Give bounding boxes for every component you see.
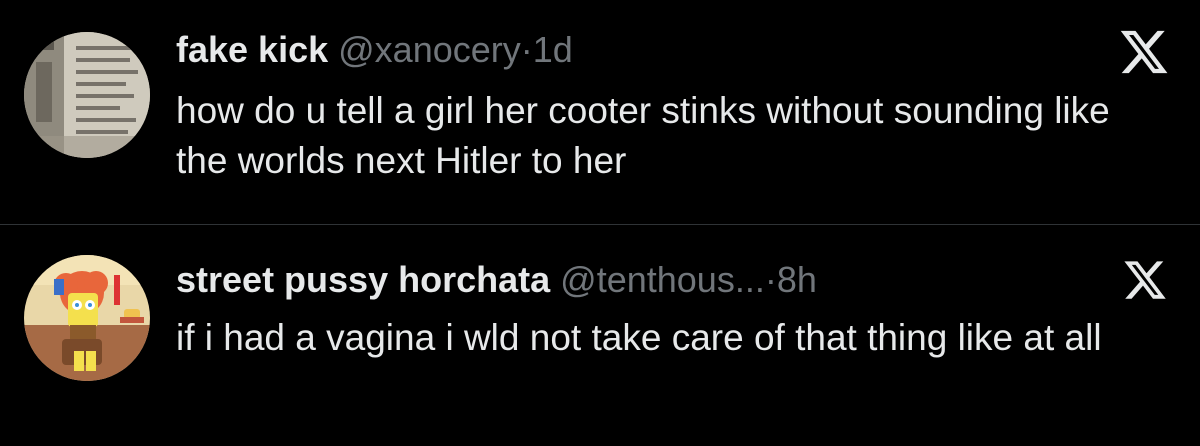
tweet-text: how do u tell a girl her cooter stinks w… [176, 90, 1110, 181]
user-handle[interactable]: @tenthous... [560, 259, 765, 300]
tweet-card[interactable]: street pussy horchata @tenthous...·8h if… [0, 225, 1200, 446]
x-logo-icon [1120, 30, 1168, 74]
display-name[interactable]: street pussy horchata [176, 259, 550, 300]
tweet-header: street pussy horchata @tenthous...·8h [176, 258, 817, 302]
cartoon-avatar-icon [24, 255, 150, 381]
newspaper-avatar-icon [24, 32, 150, 158]
separator-dot: · [764, 259, 777, 300]
display-name[interactable]: fake kick [176, 29, 328, 70]
tweet-header: fake kick @xanocery·1d [176, 28, 573, 72]
user-avatar[interactable] [24, 32, 150, 158]
timestamp[interactable]: 1d [533, 29, 573, 70]
x-logo-icon [1124, 261, 1166, 299]
tweet-text: if i had a vagina i wld not take care of… [176, 317, 1102, 358]
separator-dot: · [520, 29, 533, 70]
user-avatar[interactable] [24, 255, 150, 381]
tweet-card[interactable]: fake kick @xanocery·1d how do u tell a g… [0, 0, 1200, 224]
timestamp[interactable]: 8h [777, 259, 817, 300]
user-handle[interactable]: @xanocery [338, 29, 521, 70]
